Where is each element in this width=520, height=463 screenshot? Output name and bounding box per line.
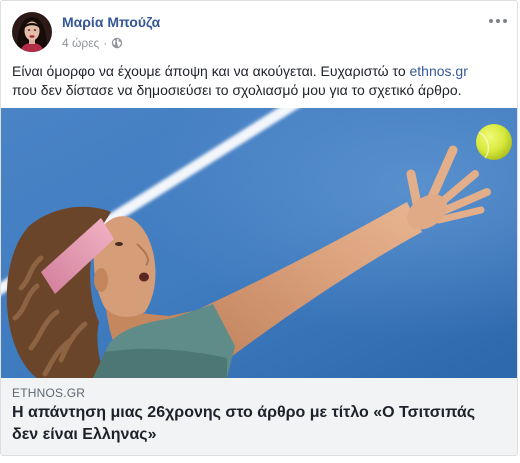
player-eye: [115, 242, 123, 246]
globe-icon: [111, 37, 123, 49]
dot: [489, 19, 493, 23]
post-text: Είναι όμορφο να έχουμε άποψη και να ακού…: [12, 62, 506, 100]
avatar[interactable]: [12, 12, 52, 52]
player-mouth: [139, 272, 149, 282]
link-domain: ETHNOS.GR: [12, 386, 86, 400]
more-options-icon[interactable]: [489, 18, 507, 24]
link-title-line[interactable]: Η απάντηση μιας 26χρονης στο άρθρο με τί…: [12, 402, 506, 424]
post-card: Μαρία Μπούζα 4 ώρες · Είναι όμορφο να έχ…: [0, 0, 518, 456]
tennis-photo: [1, 108, 517, 378]
avatar-image: [12, 12, 52, 52]
post-text-part1: Είναι όμορφο να έχουμε άποψη και να ακού…: [12, 63, 410, 79]
post-timestamp[interactable]: 4 ώρες: [62, 35, 99, 51]
post-text-part2: που δεν δίστασε να δημοσιεύσει το σχολια…: [12, 82, 462, 98]
link-title[interactable]: Η απάντηση μιας 26χρονης στο άρθρο με τί…: [12, 402, 506, 446]
meta-separator: ·: [103, 36, 108, 50]
link-title-line[interactable]: δεν είναι Ελληνας»: [12, 424, 506, 446]
dot: [503, 19, 507, 23]
player-ear: [94, 268, 108, 292]
post-image[interactable]: [1, 108, 517, 378]
ethnos-link[interactable]: ethnos.gr: [410, 63, 468, 79]
link-preview[interactable]: ETHNOS.GR Η απάντηση μιας 26χρονης στο ά…: [1, 378, 517, 455]
tennis-ball: [476, 124, 512, 160]
author-name[interactable]: Μαρία Μπούζα: [62, 13, 160, 31]
dot: [496, 19, 500, 23]
post-meta: 4 ώρες ·: [62, 35, 123, 51]
